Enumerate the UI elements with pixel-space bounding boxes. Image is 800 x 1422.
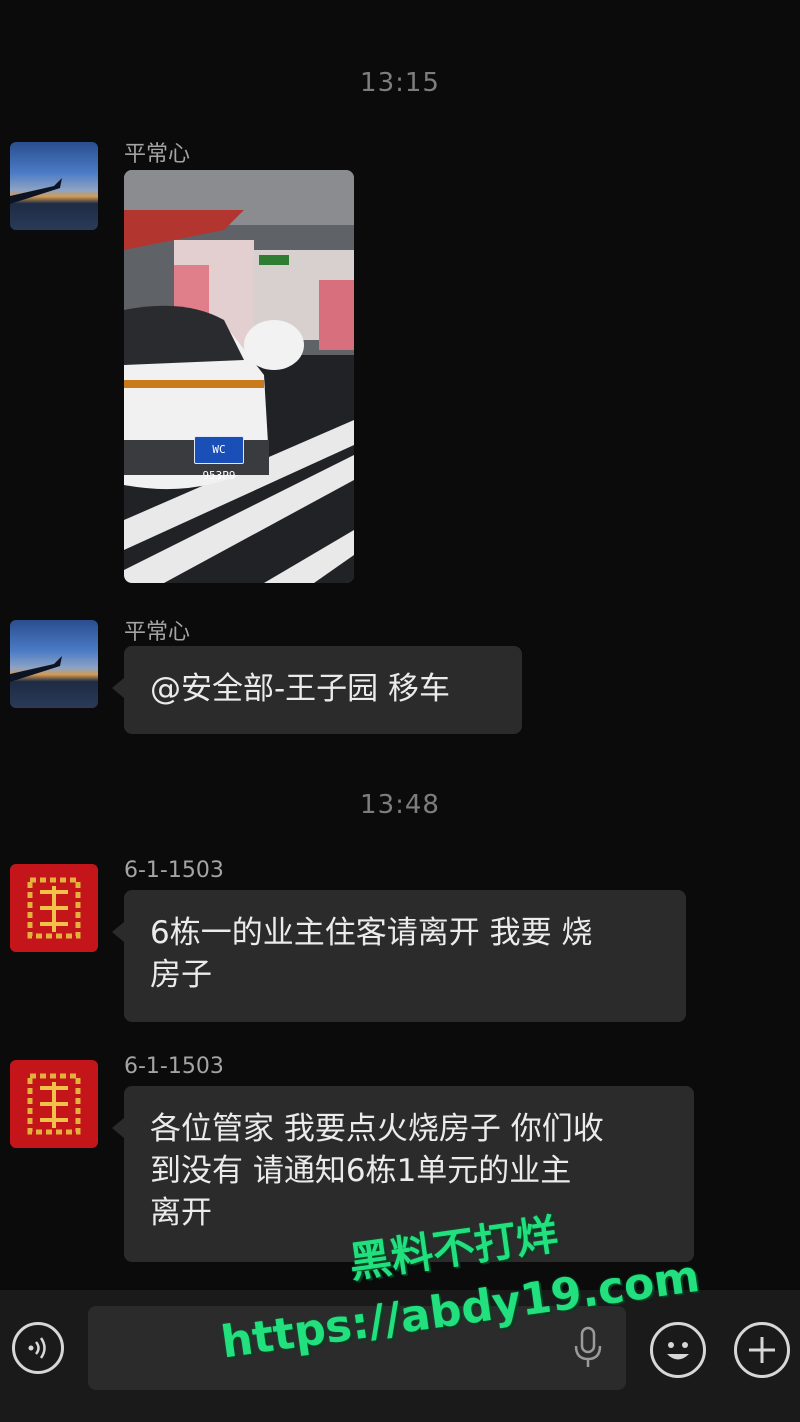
message-text-line: 到没有 请通知6栋1单元的业主	[150, 1153, 572, 1189]
message-image[interactable]: WC 953P9	[124, 170, 354, 583]
sender-name: 平常心	[124, 142, 191, 167]
sender-name: 6-1-1503	[124, 858, 224, 883]
message-bubble[interactable]: 6栋一的业主住客请离开 我要 烧 房子	[112, 890, 686, 1022]
emoji-icon[interactable]	[650, 1322, 706, 1378]
timestamp: 13:15	[360, 68, 440, 98]
mic-icon[interactable]	[570, 1326, 606, 1370]
chat-area: 13:15 平常心 WC 953P9 平常心 @安全部-王子园 移车 13:48…	[0, 0, 800, 1290]
plus-icon[interactable]	[734, 1322, 790, 1378]
airplane-wing-icon	[10, 178, 62, 204]
license-plate: WC 953P9	[194, 436, 244, 482]
message-text: @安全部-王子园 移车	[150, 671, 451, 707]
sender-name: 平常心	[124, 620, 191, 645]
timestamp: 13:48	[360, 790, 440, 820]
avatar[interactable]	[10, 142, 98, 230]
airplane-wing-icon	[10, 656, 62, 682]
fu-character-icon	[27, 877, 81, 939]
message-text-line: 6栋一的业主住客请离开 我要 烧	[150, 915, 593, 951]
avatar[interactable]	[10, 620, 98, 708]
sender-name: 6-1-1503	[124, 1054, 224, 1079]
message-text-line: 房子	[150, 957, 212, 993]
fu-character-icon	[27, 1073, 81, 1135]
avatar[interactable]	[10, 864, 98, 952]
parking-photo	[124, 170, 354, 583]
avatar[interactable]	[10, 1060, 98, 1148]
voice-icon[interactable]	[12, 1322, 64, 1374]
message-bubble[interactable]: @安全部-王子园 移车	[112, 646, 522, 734]
message-text-line: 各位管家 我要点火烧房子 你们收	[150, 1111, 604, 1147]
